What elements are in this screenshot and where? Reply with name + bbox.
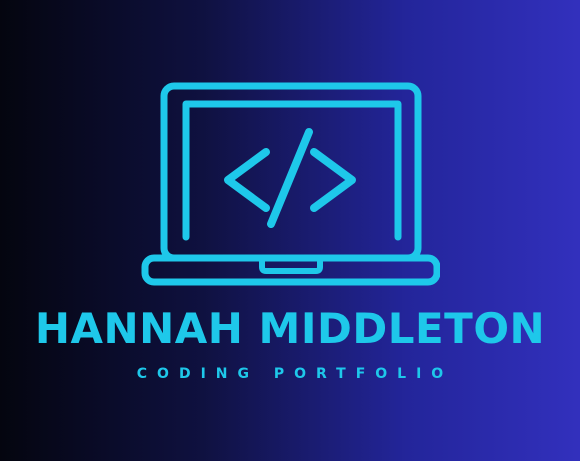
brand-tagline: CODING PORTFOLIO [136, 366, 454, 382]
slash [267, 128, 313, 228]
logo-canvas: HANNAH MIDDLETON CODING PORTFOLIO [0, 0, 580, 461]
brand-name: HANNAH MIDDLETON [34, 304, 546, 353]
right-angle-bracket [310, 148, 356, 212]
laptop-code-icon [141, 82, 440, 286]
left-angle-bracket [224, 148, 270, 212]
